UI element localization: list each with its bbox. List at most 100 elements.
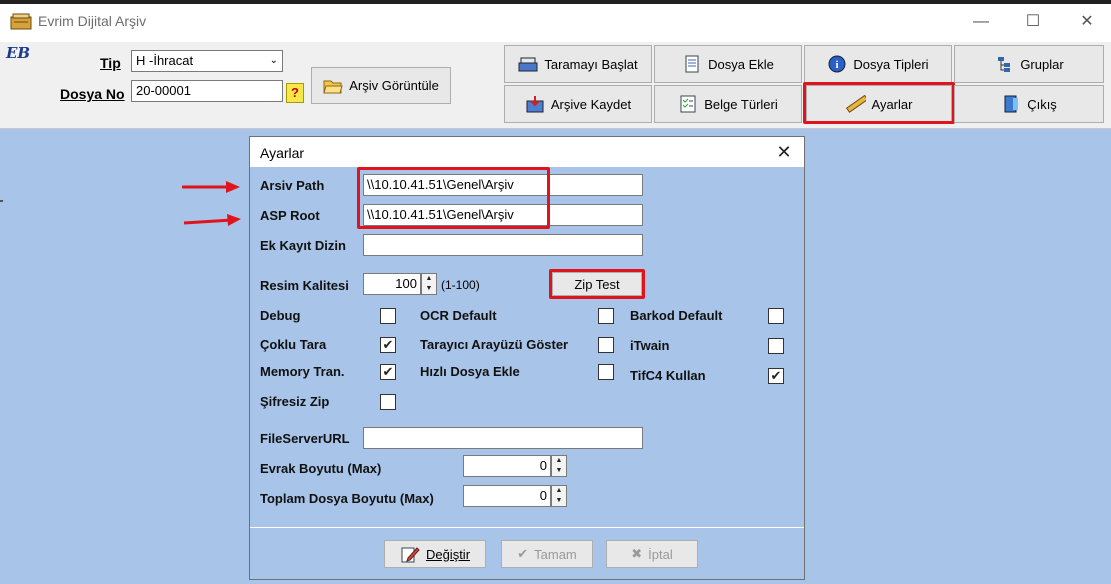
help-icon[interactable]: ? — [286, 83, 304, 103]
dialog-title-bar — [250, 137, 804, 167]
gruplar-button[interactable]: Gruplar — [954, 45, 1104, 83]
checklist-icon — [678, 95, 698, 113]
top-strip — [0, 0, 1111, 4]
resim-kalitesi-spinner[interactable]: ▲ ▼ — [421, 273, 437, 295]
iptal-button[interactable]: ✖ İptal — [606, 540, 698, 568]
ek-kayit-input[interactable] — [363, 234, 643, 256]
file-server-label: FileServerURL — [260, 431, 350, 446]
title-bar — [0, 0, 1111, 42]
spin-down-icon[interactable]: ▼ — [422, 284, 436, 294]
scanner-icon — [518, 55, 538, 73]
toplam-dosya-spinner[interactable]: ▲ ▼ — [551, 485, 567, 507]
dialog-title: Ayarlar — [260, 145, 305, 161]
window-title: Evrim Dijital Arşiv — [38, 13, 147, 29]
dosya-tipleri-label: Dosya Tipleri — [853, 56, 929, 72]
belge-turleri-button[interactable]: Belge Türleri — [654, 85, 802, 123]
sifresiz-zip-checkbox[interactable] — [380, 394, 396, 410]
tamam-label: Tamam — [534, 546, 577, 562]
evrak-boyutu-label: Evrak Boyutu (Max) — [260, 461, 382, 476]
tarayici-label: Tarayıcı Arayüzü Göster — [420, 337, 569, 352]
cancel-x-icon: ✖ — [631, 546, 643, 561]
tip-select-value: H -İhracat — [136, 53, 194, 68]
ayarlar-highlight — [803, 82, 955, 124]
degistir-button[interactable]: Değiştir — [384, 540, 486, 568]
close-window-button[interactable]: ✕ — [1064, 8, 1110, 36]
save-arrow-icon — [525, 95, 545, 113]
svg-text:i: i — [836, 59, 839, 71]
resim-kalitesi-label: Resim Kalitesi — [260, 278, 349, 293]
file-server-input[interactable] — [363, 427, 643, 449]
annotation-arrows-left — [182, 181, 241, 226]
ocr-default-checkbox[interactable] — [598, 308, 614, 324]
dosya-ekle-button[interactable]: Dosya Ekle — [654, 45, 802, 83]
check-icon: ✔ — [517, 546, 529, 561]
tree-icon — [994, 55, 1014, 73]
taramayi-baslat-button[interactable]: Taramayı Başlat — [504, 45, 652, 83]
arsiv-goruntule-label: Arşiv Görüntüle — [349, 78, 439, 93]
resim-range: (1-100) — [441, 278, 480, 292]
edge-mark — [0, 200, 3, 202]
path-highlight — [357, 167, 550, 229]
debug-label: Debug — [260, 308, 301, 323]
toplam-dosya-input[interactable]: 0 — [463, 485, 551, 507]
tifc4-checkbox[interactable]: ✔ — [768, 368, 784, 384]
sifresiz-zip-label: Şifresiz Zip — [260, 394, 330, 409]
debug-checkbox[interactable] — [380, 308, 396, 324]
tamam-button[interactable]: ✔ Tamam — [501, 540, 593, 568]
memory-tran-label: Memory Tran. — [260, 364, 345, 379]
app-icon — [10, 12, 32, 30]
hizli-dosya-checkbox[interactable] — [598, 364, 614, 380]
barkod-default-label: Barkod Default — [630, 308, 723, 323]
evrak-boyutu-input[interactable]: 0 — [463, 455, 551, 477]
cikis-button[interactable]: Çıkış — [954, 85, 1104, 123]
tip-label: Tip — [100, 55, 121, 71]
tarayici-checkbox[interactable] — [598, 337, 614, 353]
barkod-default-checkbox[interactable] — [768, 308, 784, 324]
exit-door-icon — [1001, 95, 1021, 113]
dosya-ekle-label: Dosya Ekle — [708, 56, 774, 72]
resim-kalitesi-input[interactable]: 100 — [363, 273, 421, 295]
maximize-button[interactable]: ☐ — [1010, 8, 1056, 36]
spin-down-icon[interactable]: ▼ — [552, 466, 566, 476]
dosya-tipleri-button[interactable]: i Dosya Tipleri — [804, 45, 952, 83]
dialog-close-button[interactable]: ✕ — [770, 140, 798, 164]
ocr-default-label: OCR Default — [420, 308, 497, 323]
spin-up-icon[interactable]: ▲ — [552, 456, 566, 466]
memory-tran-checkbox[interactable]: ✔ — [380, 364, 396, 380]
edit-pencil-icon — [400, 545, 420, 563]
info-icon: i — [827, 55, 847, 73]
spin-down-icon[interactable]: ▼ — [552, 496, 566, 506]
spin-up-icon[interactable]: ▲ — [422, 274, 436, 284]
cikis-label: Çıkış — [1027, 96, 1057, 112]
toplam-dosya-label: Toplam Dosya Boyutu (Max) — [260, 491, 434, 506]
iptal-label: İptal — [648, 546, 673, 562]
settings-dialog: Ayarlar ✕ Arsiv Path \\10.10.41.51\Genel… — [249, 136, 805, 580]
eb-logo: EB — [6, 44, 31, 62]
folder-open-icon — [323, 77, 343, 95]
dialog-separator — [250, 527, 804, 528]
degistir-label: Değiştir — [425, 546, 471, 562]
evrak-boyutu-spinner[interactable]: ▲ ▼ — [551, 455, 567, 477]
arsive-kaydet-button[interactable]: Arşive Kaydet — [504, 85, 652, 123]
coklu-tara-label: Çoklu Tara — [260, 337, 327, 352]
gruplar-label: Gruplar — [1020, 56, 1064, 72]
dosya-no-input[interactable]: 20-00001 — [131, 80, 283, 102]
dosya-no-label: Dosya No — [60, 86, 125, 102]
arsiv-path-label: Arsiv Path — [260, 178, 325, 193]
spin-up-icon[interactable]: ▲ — [552, 486, 566, 496]
document-icon — [682, 55, 702, 73]
zip-test-highlight — [549, 269, 645, 299]
tip-select[interactable]: H -İhracat ⌄ — [131, 50, 283, 72]
chevron-down-icon: ⌄ — [269, 55, 278, 66]
belge-turleri-label: Belge Türleri — [704, 96, 778, 112]
arsiv-goruntule-button[interactable]: Arşiv Görüntüle — [311, 67, 451, 104]
minimize-button[interactable]: — — [958, 8, 1004, 36]
ek-kayit-label: Ek Kayıt Dizin — [260, 238, 346, 253]
coklu-tara-checkbox[interactable]: ✔ — [380, 337, 396, 353]
hizli-dosya-label: Hızlı Dosya Ekle — [420, 364, 520, 379]
tifc4-label: TifC4 Kullan — [630, 368, 706, 383]
itwain-label: iTwain — [630, 338, 670, 353]
arsive-kaydet-label: Arşive Kaydet — [550, 96, 632, 112]
asp-root-label: ASP Root — [260, 208, 320, 223]
itwain-checkbox[interactable] — [768, 338, 784, 354]
